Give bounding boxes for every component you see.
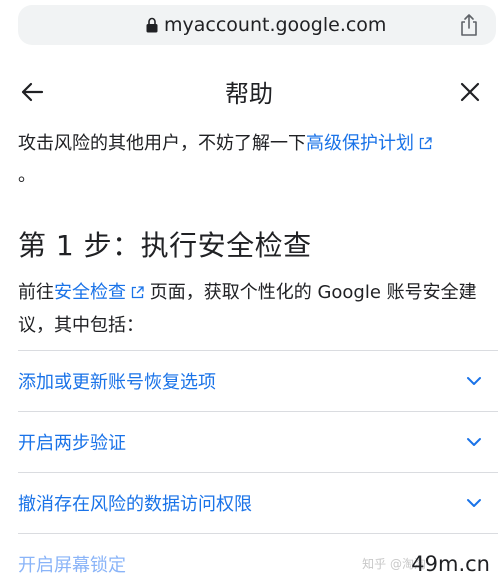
lock-icon [146,17,158,33]
accordion-item-label: 开启两步验证 [18,433,126,454]
advanced-protection-link-label: 高级保护计划 [306,133,414,154]
external-link-icon [131,286,144,299]
browser-toolbar: myaccount.google.com [0,0,498,56]
accordion-item-label: 添加或更新账号恢复选项 [18,372,216,393]
advanced-protection-link[interactable]: 高级保护计划 [306,133,432,154]
chevron-down-icon [467,438,481,446]
external-link-icon [419,137,432,150]
accordion-item-label: 开启屏幕锁定 [18,555,126,576]
intro-period: 。 [18,165,36,186]
intro-paragraph: 攻击风险的其他用户，不妨了解一下高级保护计划。 [18,128,488,192]
intro-text: 攻击风险的其他用户，不妨了解一下 [18,133,306,154]
accordion-item-label: 撤消存在风险的数据访问权限 [18,494,252,515]
close-icon[interactable] [456,78,484,106]
security-checkup-link[interactable]: 安全检查 [54,282,144,303]
accordion-item-2sv[interactable]: 开启两步验证 [18,411,498,472]
page-title: 帮助 [225,80,273,108]
address-bar[interactable]: myaccount.google.com [18,5,496,45]
chevron-down-icon [467,499,481,507]
step-description: 前往安全检查 页面，获取个性化的 Google 账号安全建议，其中包括： [18,276,488,342]
help-header: 帮助 [0,60,498,120]
step-heading: 第 1 步：执行安全检查 [18,229,312,262]
watermark: 49m.cn [411,552,490,576]
accordion-item-revoke-access[interactable]: 撤消存在风险的数据访问权限 [18,472,498,533]
chevron-down-icon [467,377,481,385]
url-text: myaccount.google.com [164,14,387,36]
address-bar-content[interactable]: myaccount.google.com [145,14,386,36]
security-checkup-link-label: 安全检查 [54,282,126,303]
step-text-prefix: 前往 [18,282,54,303]
security-options-list: 添加或更新账号恢复选项 开启两步验证 撤消存在风险的数据访问权限 开启屏幕锁定 [18,350,498,582]
accordion-item-recovery[interactable]: 添加或更新账号恢复选项 [18,350,498,411]
share-icon[interactable] [458,13,480,37]
